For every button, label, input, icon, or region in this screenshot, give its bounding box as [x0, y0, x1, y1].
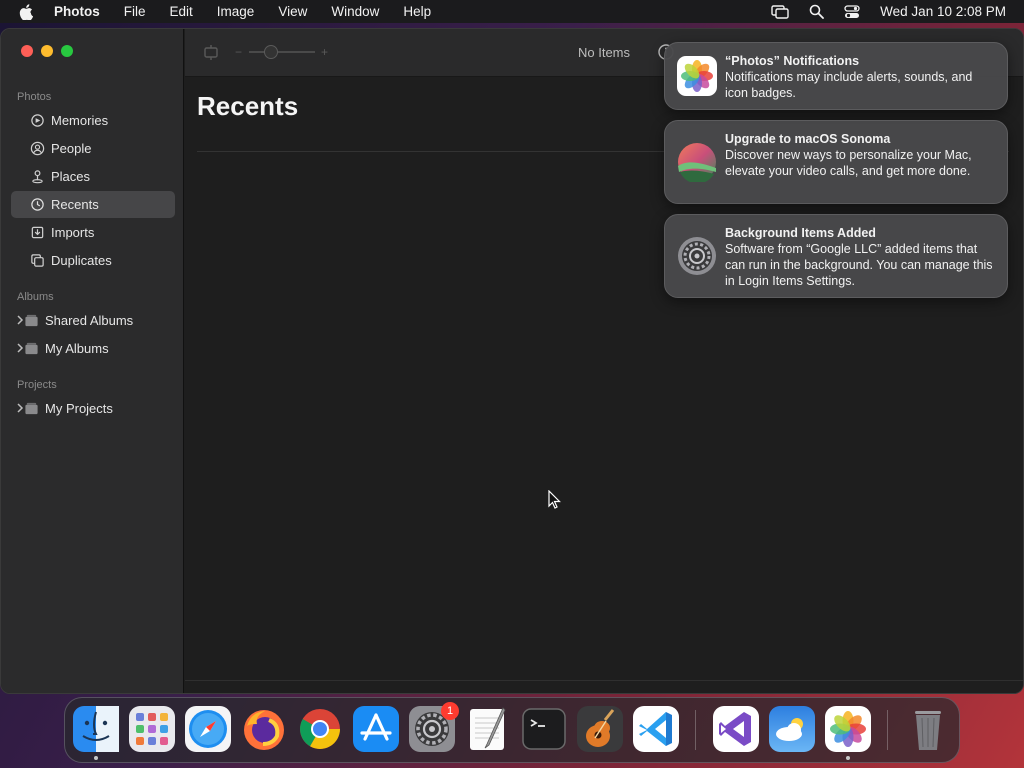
firefox-icon[interactable] — [241, 706, 287, 752]
sidebar-item-recents[interactable]: Recents — [11, 191, 175, 218]
duplicates-icon — [29, 253, 45, 269]
zoom-window-button[interactable] — [61, 45, 73, 57]
weather-icon[interactable] — [769, 706, 815, 752]
sidebar-item-imports[interactable]: Imports — [11, 219, 175, 246]
sidebar-item-label: Places — [51, 169, 91, 184]
visual-studio-icon[interactable] — [713, 706, 759, 752]
menu-file[interactable]: File — [112, 0, 158, 23]
dock-separator — [887, 710, 888, 750]
people-icon — [29, 141, 45, 157]
zoom-out-label[interactable]: − — [235, 45, 242, 59]
control-center-icon[interactable] — [844, 4, 860, 19]
footer-divider — [185, 680, 1023, 681]
sidebar-section-projects: Projects — [17, 379, 57, 391]
system-settings-icon — [677, 236, 717, 276]
notification-title: “Photos” Notifications — [725, 54, 860, 68]
zoom-slider[interactable] — [249, 51, 315, 53]
imports-icon — [29, 225, 45, 241]
launchpad-icon[interactable] — [129, 706, 175, 752]
notification-background-items[interactable]: Background Items Added Software from “Go… — [664, 214, 1008, 298]
sidebar-item-label: Duplicates — [51, 253, 112, 268]
sidebar-section-photos: Photos — [17, 91, 52, 103]
notification-badge: 1 — [441, 702, 459, 720]
sidebar-item-label: My Projects — [45, 401, 113, 416]
chrome-icon[interactable] — [297, 706, 343, 752]
minimize-window-button[interactable] — [41, 45, 53, 57]
sidebar-item-shared-albums[interactable]: Shared Albums — [11, 307, 175, 334]
sidebar-item-places[interactable]: Places — [11, 163, 175, 190]
apple-menu-icon[interactable] — [0, 3, 52, 20]
recents-icon — [29, 197, 45, 213]
notification-body: Discover new ways to personalize your Ma… — [725, 148, 972, 178]
menubar-clock[interactable]: Wed Jan 10 2:08 PM — [880, 4, 1006, 19]
chevron-right-icon[interactable] — [15, 342, 25, 354]
memories-icon — [29, 113, 45, 129]
notification-body: Software from “Google LLC” added items t… — [725, 242, 993, 288]
places-icon — [29, 169, 45, 185]
terminal-icon[interactable] — [521, 706, 567, 752]
menu-edit[interactable]: Edit — [158, 0, 205, 23]
chevron-right-icon[interactable] — [15, 402, 25, 414]
notification-title: Background Items Added — [725, 226, 876, 240]
sidebar-item-my-projects[interactable]: My Projects — [11, 395, 175, 422]
menu-app-photos[interactable]: Photos — [52, 0, 112, 23]
menu-window[interactable]: Window — [319, 0, 391, 23]
trash-icon[interactable] — [905, 706, 951, 752]
menu-help[interactable]: Help — [391, 0, 443, 23]
sidebar-item-label: Memories — [51, 113, 109, 128]
screen-mirroring-icon[interactable] — [771, 4, 789, 19]
sidebar-item-memories[interactable]: Memories — [11, 107, 175, 134]
dock: 1 — [64, 697, 960, 763]
notification-macos-upgrade[interactable]: Upgrade to macOS Sonoma Discover new way… — [664, 120, 1008, 204]
system-settings-dock-icon[interactable]: 1 — [409, 702, 459, 752]
close-window-button[interactable] — [21, 45, 33, 57]
macos-sonoma-icon — [677, 142, 717, 184]
item-count-status: No Items — [578, 45, 631, 60]
folder-icon — [23, 401, 39, 417]
sidebar-section-albums: Albums — [17, 291, 54, 303]
shared-albums-icon — [23, 313, 39, 329]
notification-title: Upgrade to macOS Sonoma — [725, 132, 891, 146]
vscode-icon[interactable] — [633, 706, 679, 752]
mouse-cursor-icon — [548, 490, 561, 509]
sidebar-item-label: Shared Albums — [45, 313, 134, 328]
textedit-icon[interactable] — [465, 706, 511, 752]
zoom-slider-handle[interactable] — [264, 45, 278, 59]
sidebar-item-label: Recents — [51, 197, 99, 212]
sidebar-item-my-albums[interactable]: My Albums — [11, 335, 175, 362]
app-store-icon[interactable] — [353, 706, 399, 752]
sidebar-item-duplicates[interactable]: Duplicates — [11, 247, 175, 274]
chevron-right-icon[interactable] — [15, 314, 25, 326]
safari-icon[interactable] — [185, 706, 231, 752]
sidebar-item-people[interactable]: People — [11, 135, 175, 162]
photos-dock-icon[interactable] — [825, 706, 871, 760]
garageband-icon[interactable] — [577, 706, 623, 752]
notification-body: Notifications may include alerts, sounds… — [725, 70, 973, 100]
menu-view[interactable]: View — [266, 0, 319, 23]
photos-app-icon — [677, 56, 717, 96]
sidebar: Photos Memories People Places Recents Im… — [1, 29, 184, 693]
sidebar-item-label: People — [51, 141, 92, 156]
rotate-icon[interactable] — [202, 43, 220, 61]
spotlight-search-icon[interactable] — [809, 4, 825, 19]
finder-icon[interactable] — [73, 706, 119, 760]
menu-image[interactable]: Image — [205, 0, 267, 23]
page-title: Recents — [197, 91, 299, 121]
sidebar-item-label: My Albums — [45, 341, 109, 356]
running-indicator — [846, 756, 850, 760]
window-controls — [21, 45, 73, 57]
menu-bar: Photos File Edit Image View Window Help … — [0, 0, 1024, 23]
notification-photos[interactable]: “Photos” Notifications Notifications may… — [664, 42, 1008, 110]
running-indicator — [94, 756, 98, 760]
folder-icon — [23, 341, 39, 357]
zoom-in-label[interactable]: + — [321, 45, 328, 59]
dock-separator — [695, 710, 696, 750]
sidebar-item-label: Imports — [51, 225, 95, 240]
